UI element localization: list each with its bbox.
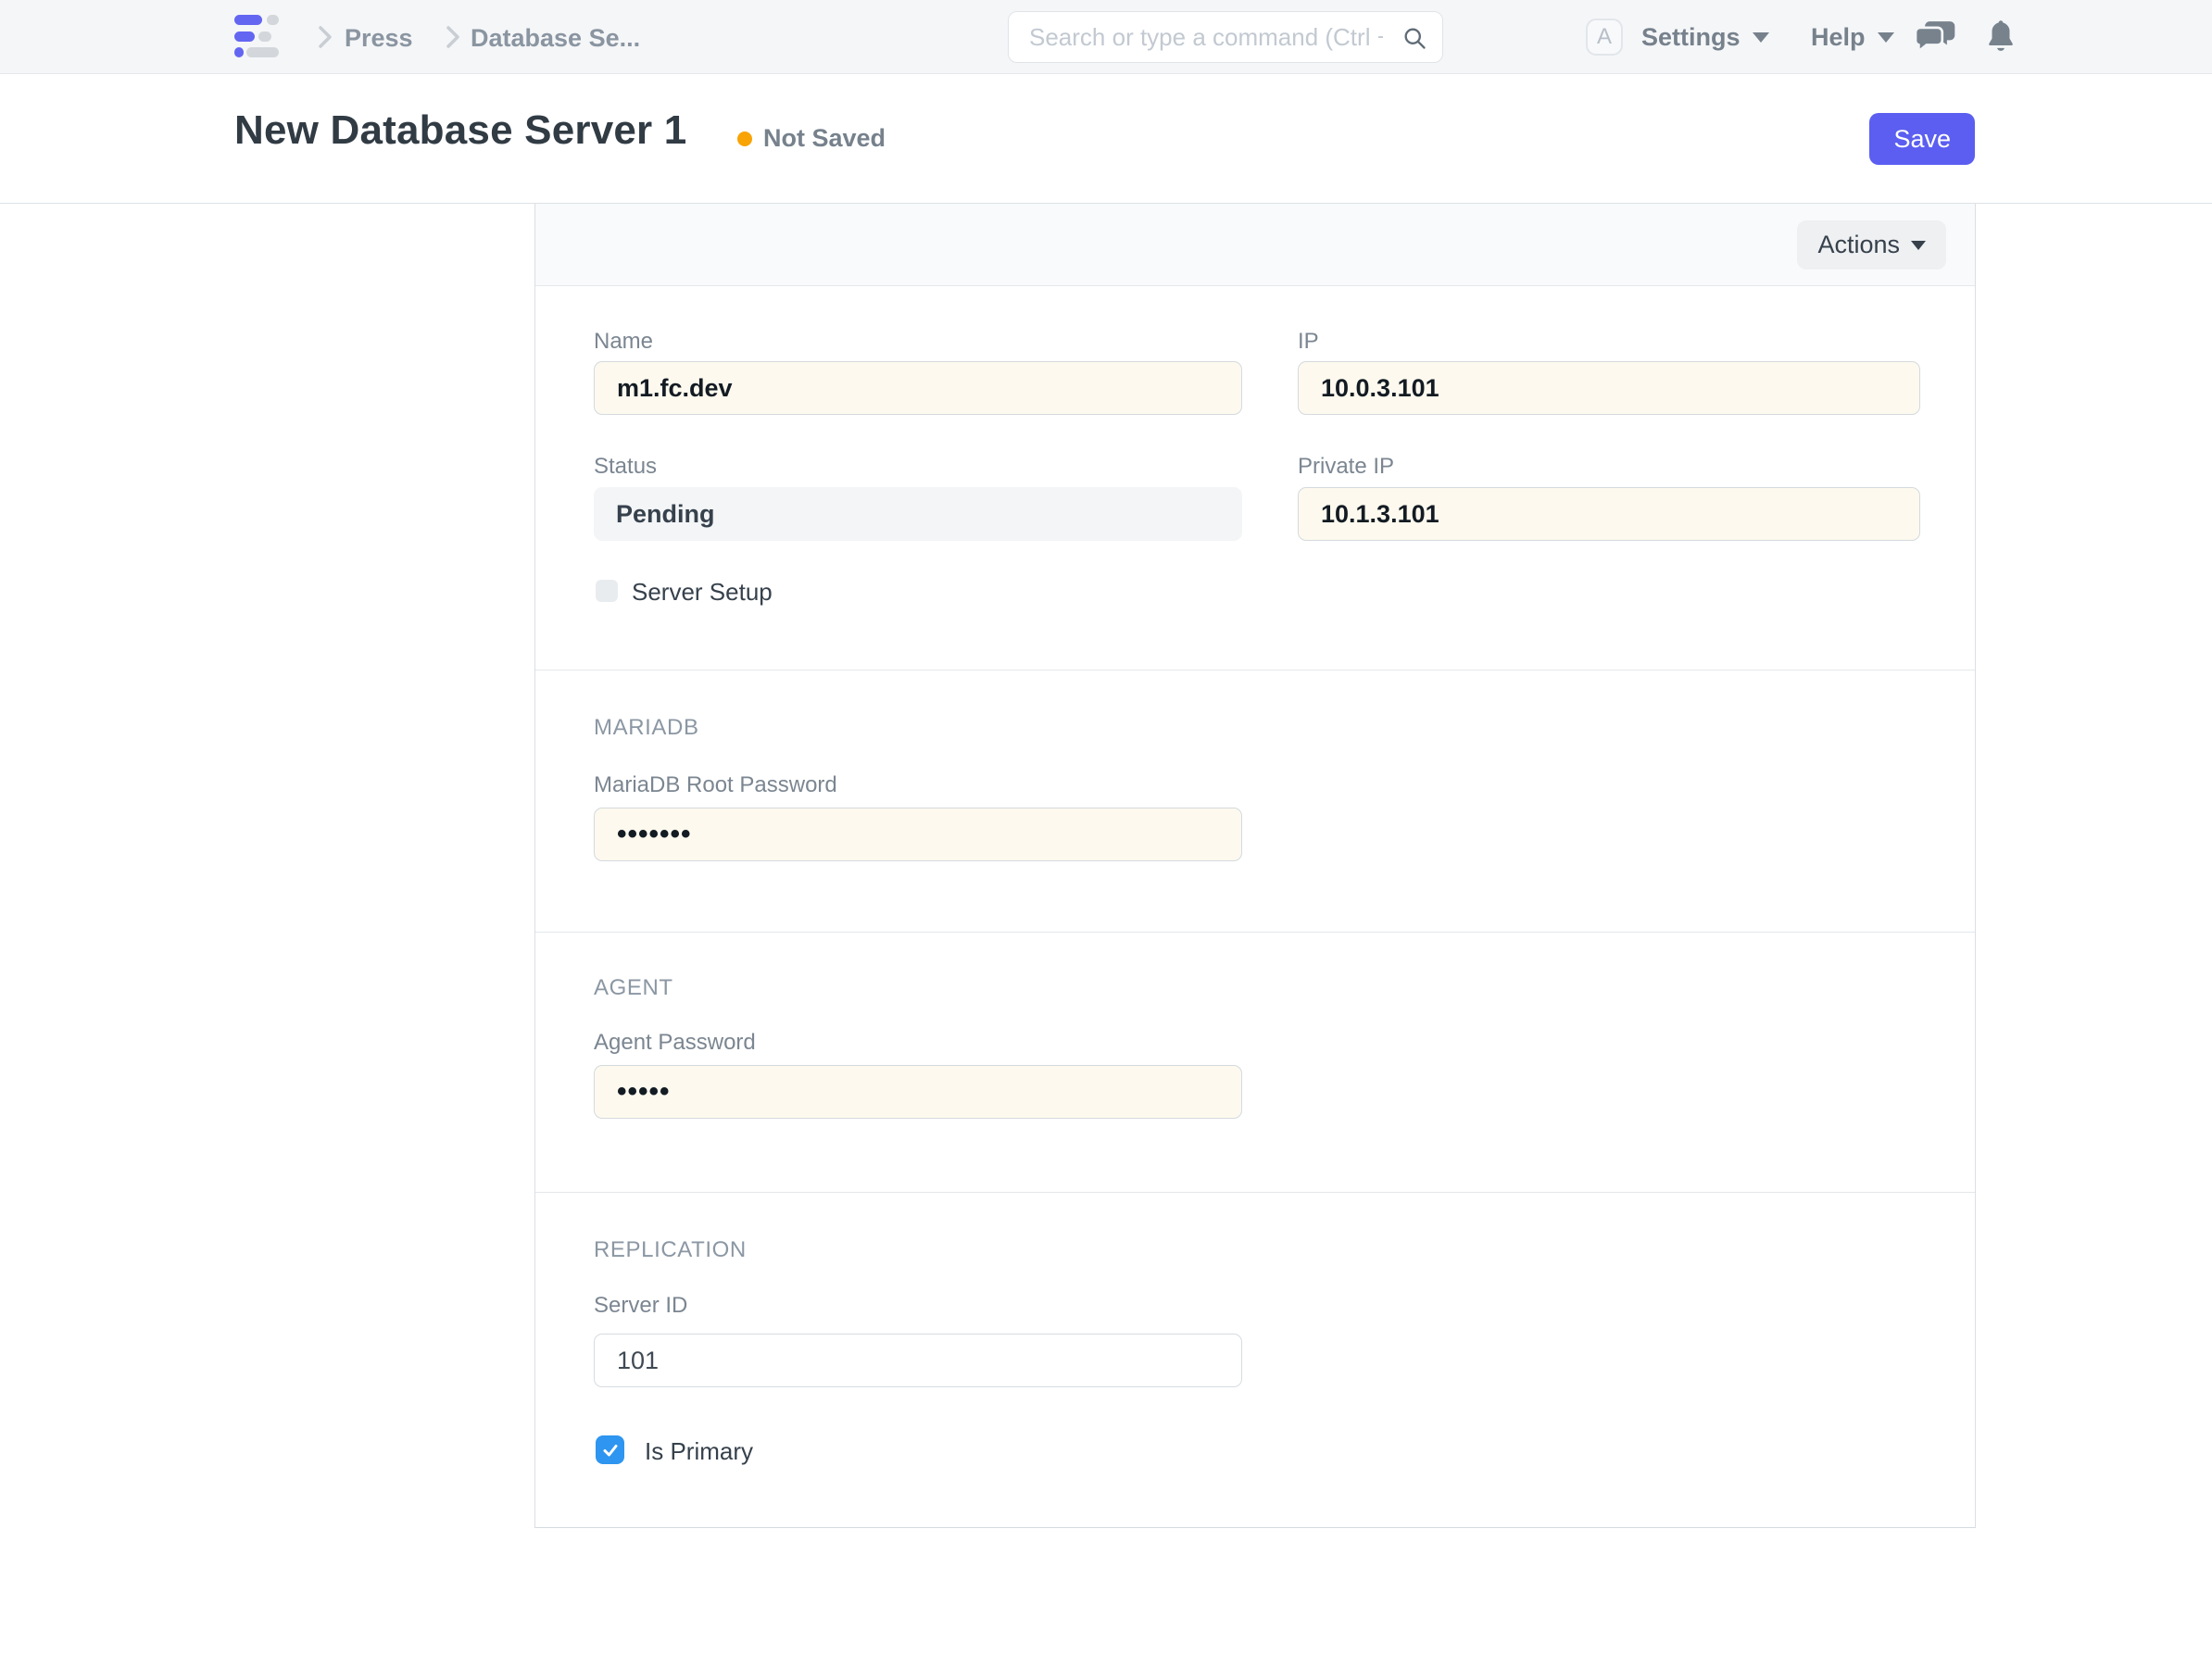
app-logo-icon[interactable] <box>234 15 281 58</box>
search-icon <box>1401 25 1427 51</box>
caret-down-icon <box>1878 32 1894 43</box>
section-divider <box>535 1192 1975 1193</box>
mariadb-root-password-label: MariaDB Root Password <box>594 772 837 798</box>
mariadb-section-heading: MARIADB <box>594 715 699 741</box>
avatar[interactable]: A <box>1586 19 1623 56</box>
server-setup-label: Server Setup <box>632 578 773 607</box>
breadcrumb-press[interactable]: Press <box>345 24 413 53</box>
section-divider <box>535 932 1975 933</box>
messages-button[interactable] <box>1916 0 1956 74</box>
is-primary-label: Is Primary <box>645 1437 753 1466</box>
chat-bubbles-icon <box>1916 19 1956 55</box>
ip-field-label: IP <box>1298 329 1319 355</box>
help-menu-label: Help <box>1811 23 1866 52</box>
checkmark-icon <box>601 1441 620 1460</box>
name-input[interactable] <box>594 361 1242 415</box>
private-ip-field-label: Private IP <box>1298 454 1394 480</box>
status-field-label: Status <box>594 454 657 480</box>
chevron-right-icon <box>315 25 335 49</box>
replication-section-heading: REPLICATION <box>594 1237 747 1263</box>
not-saved-indicator-label: Not Saved <box>763 124 886 153</box>
not-saved-indicator-dot <box>737 132 752 146</box>
mariadb-root-password-input[interactable] <box>594 808 1242 861</box>
bell-icon <box>1986 19 2016 55</box>
status-value: Pending <box>594 487 1242 541</box>
navbar: Press Database Se... A Settings Help <box>0 0 2212 74</box>
server-setup-checkbox[interactable] <box>596 580 618 602</box>
save-button[interactable]: Save <box>1869 113 1975 165</box>
name-field-label: Name <box>594 329 653 355</box>
chevron-right-icon <box>443 25 463 49</box>
global-search <box>1008 11 1443 63</box>
caret-down-icon <box>1911 241 1926 250</box>
form-toolbar: Actions <box>535 204 1975 286</box>
settings-menu-label: Settings <box>1641 23 1741 52</box>
notifications-button[interactable] <box>1986 0 2016 74</box>
settings-menu[interactable]: Settings <box>1641 0 1769 74</box>
agent-password-label: Agent Password <box>594 1030 756 1056</box>
app-window: Press Database Se... A Settings Help <box>0 0 2212 1654</box>
ip-input[interactable] <box>1298 361 1920 415</box>
actions-button-label: Actions <box>1817 231 1900 259</box>
page-title: New Database Server 1 <box>234 107 686 154</box>
avatar-letter: A <box>1597 24 1612 50</box>
breadcrumb-database-server[interactable]: Database Se... <box>471 24 640 53</box>
agent-password-input[interactable] <box>594 1065 1242 1119</box>
private-ip-input[interactable] <box>1298 487 1920 541</box>
form-container: Actions Name IP Status Pending Private I… <box>534 204 1976 1528</box>
server-id-label: Server ID <box>594 1293 687 1319</box>
is-primary-checkbox[interactable] <box>596 1435 624 1464</box>
actions-button[interactable]: Actions <box>1797 220 1946 269</box>
search-input[interactable] <box>1009 12 1442 62</box>
agent-section-heading: AGENT <box>594 975 673 1001</box>
page-header: New Database Server 1 Not Saved Save <box>0 74 2212 204</box>
help-menu[interactable]: Help <box>1811 0 1894 74</box>
caret-down-icon <box>1753 32 1769 43</box>
server-id-input[interactable] <box>594 1334 1242 1387</box>
